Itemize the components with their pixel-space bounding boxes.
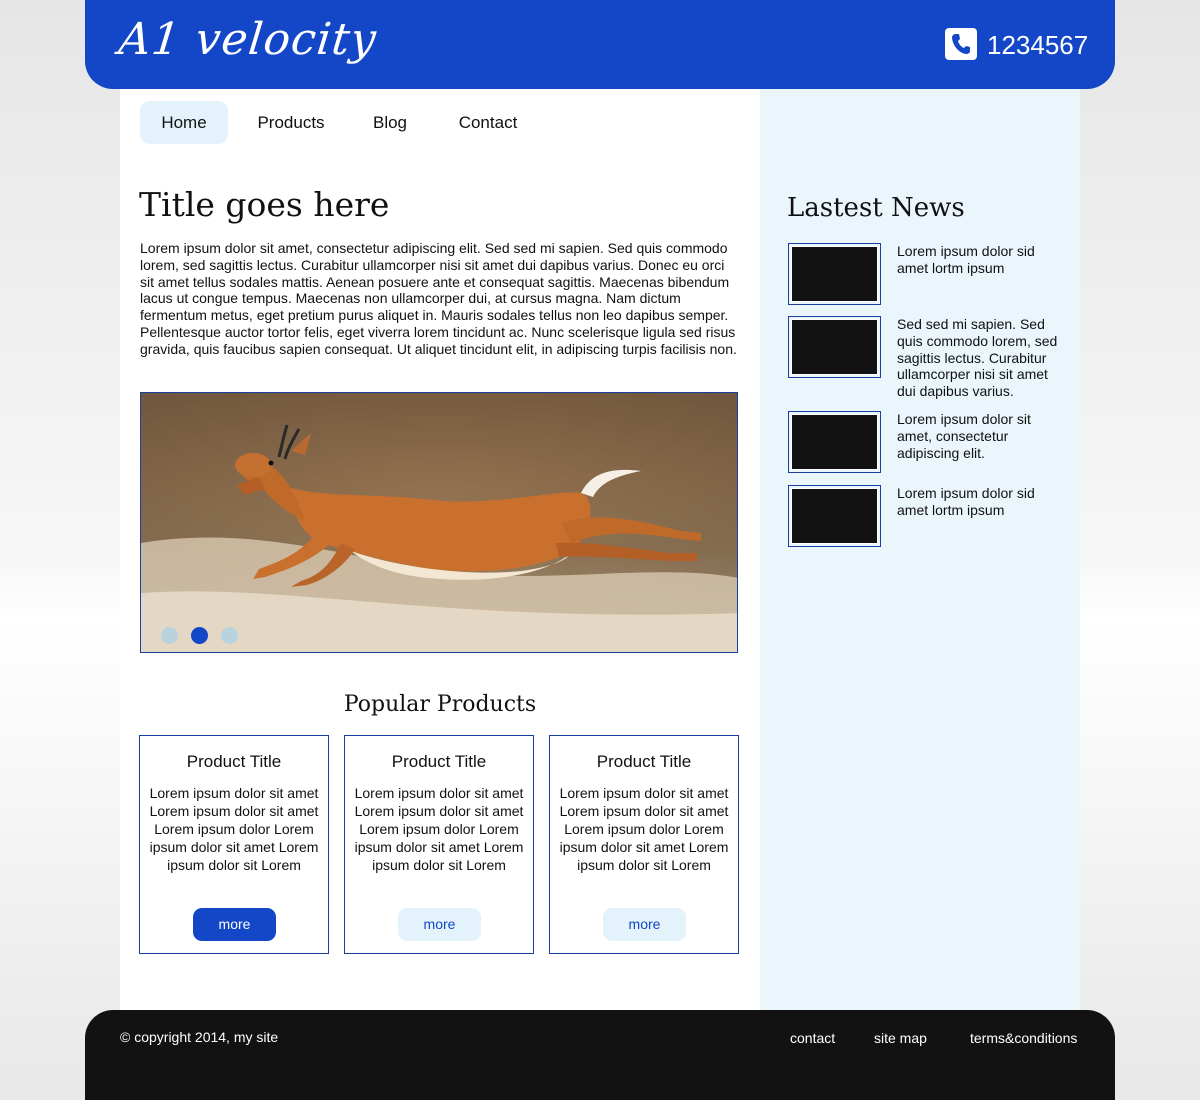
nav-home[interactable]: Home bbox=[140, 101, 228, 144]
product-description: Lorem ipsum dolor sit amet Lorem ipsum d… bbox=[354, 785, 524, 873]
footer: © copyright 2014, my site contact site m… bbox=[85, 1010, 1115, 1100]
product-title: Product Title bbox=[186, 752, 282, 771]
footer-link-contact[interactable]: contact bbox=[790, 1030, 835, 1046]
product-card: Product Title Lorem ipsum dolor sit amet… bbox=[344, 735, 534, 954]
product-description: Lorem ipsum dolor sit amet Lorem ipsum d… bbox=[559, 785, 729, 873]
page-title: Title goes here bbox=[139, 185, 390, 224]
news-thumbnail[interactable] bbox=[788, 316, 881, 378]
news-thumbnail[interactable] bbox=[788, 243, 881, 305]
footer-link-sitemap[interactable]: site map bbox=[874, 1030, 927, 1046]
product-card: Product Title Lorem ipsum dolor sit amet… bbox=[549, 735, 739, 954]
popular-products-title: Popular Products bbox=[343, 692, 537, 717]
product-card: Product Title Lorem ipsum dolor sit amet… bbox=[139, 735, 329, 954]
news-text[interactable]: Lorem ipsum dolor sid amet lortm ipsum bbox=[897, 243, 1062, 277]
site-logo[interactable]: A1 velocity bbox=[116, 14, 379, 65]
news-text[interactable]: Lorem ipsum dolor sit amet, consectetur … bbox=[897, 411, 1062, 461]
more-button[interactable]: more bbox=[398, 908, 481, 941]
news-thumbnail[interactable] bbox=[788, 485, 881, 547]
intro-paragraph: Lorem ipsum dolor sit amet, consectetur … bbox=[140, 240, 737, 357]
phone-icon bbox=[945, 28, 977, 60]
sidebar: Lastest News Lorem ipsum dolor sid amet … bbox=[760, 89, 1080, 1010]
product-title: Product Title bbox=[391, 752, 487, 771]
nav-products[interactable]: Products bbox=[244, 101, 338, 144]
nav-contact[interactable]: Contact bbox=[445, 101, 531, 144]
header: A1 velocity 1234567 bbox=[85, 0, 1115, 89]
product-description: Lorem ipsum dolor sit amet Lorem ipsum d… bbox=[149, 785, 319, 873]
copyright-text: © copyright 2014, my site bbox=[120, 1029, 279, 1045]
slider-dot-1[interactable] bbox=[161, 627, 178, 644]
impala-image bbox=[141, 393, 737, 652]
footer-link-terms[interactable]: terms&conditions bbox=[970, 1030, 1077, 1046]
news-text[interactable]: Sed sed mi sapien. Sed quis commodo lore… bbox=[897, 316, 1062, 400]
news-thumbnail[interactable] bbox=[788, 411, 881, 473]
main-content: Home Products Blog Contact Title goes he… bbox=[120, 89, 760, 1010]
more-button[interactable]: more bbox=[603, 908, 686, 941]
slider-dot-2[interactable] bbox=[191, 627, 208, 644]
phone-number: 1234567 bbox=[987, 30, 1089, 60]
more-button[interactable]: more bbox=[193, 908, 276, 941]
latest-news-title: Lastest News bbox=[787, 193, 965, 223]
news-text[interactable]: Lorem ipsum dolor sid amet lortm ipsum bbox=[897, 485, 1062, 519]
slider-dot-3[interactable] bbox=[221, 627, 238, 644]
product-title: Product Title bbox=[596, 752, 692, 771]
image-slider[interactable] bbox=[140, 392, 738, 653]
nav-blog[interactable]: Blog bbox=[360, 101, 420, 144]
